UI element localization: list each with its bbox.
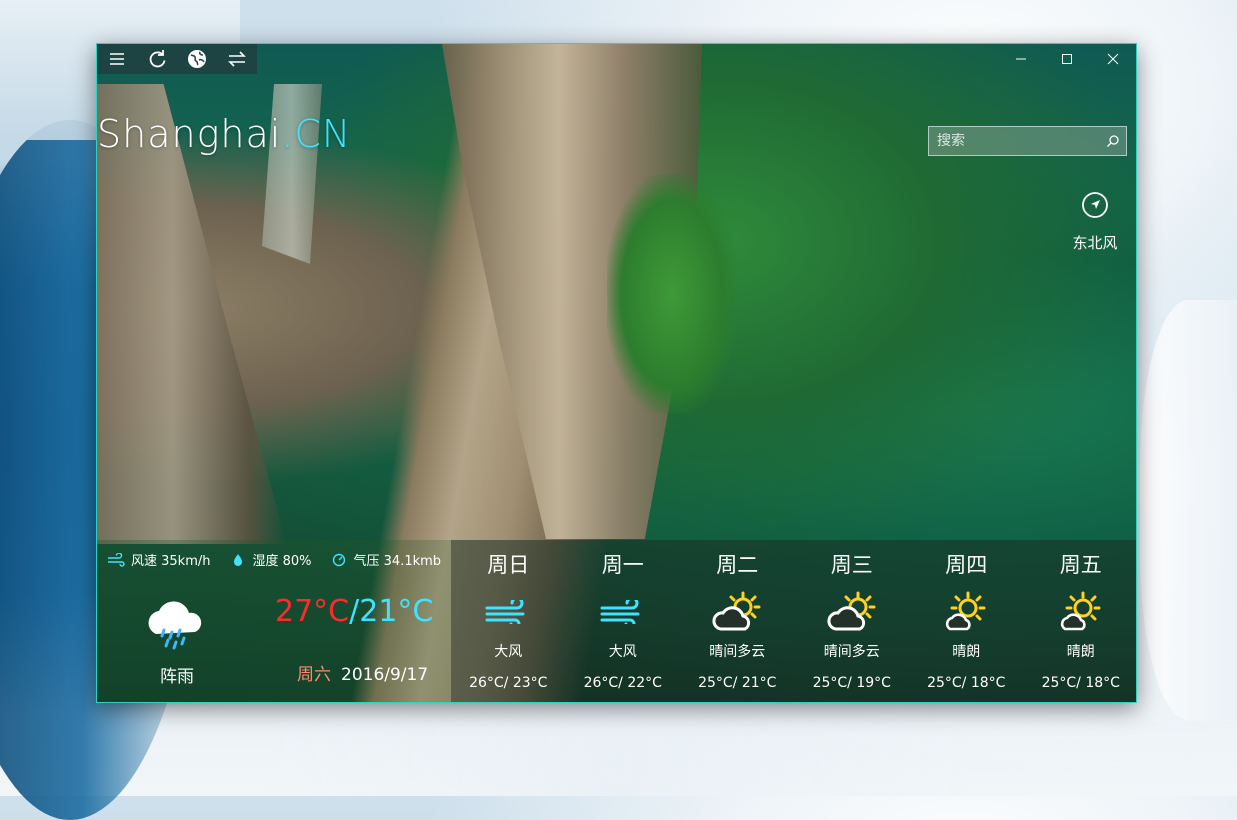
humidity-icon [233,553,242,566]
sunny-icon [909,591,1024,633]
partly-cloudy-icon [795,591,910,633]
forecast-temp-range: 25°C/ 21°C [698,675,777,691]
forecast-temp-range: 26°C/ 22°C [583,675,662,691]
city-title: Shanghai.CN [97,112,351,156]
humidity-stat: 湿度 80% [229,550,312,569]
current-temperature: 27°C/21°C [275,594,433,629]
city-name: Shanghai [97,112,282,156]
wind-direction: 东北风 [1065,192,1125,253]
background-moss [607,174,737,414]
wind-icon [108,552,125,567]
hamburger-menu-button[interactable] [97,44,137,74]
current-stats: 风速 35km/h 湿度 80% 气压 34.1kmb [107,550,441,569]
forecast-condition: 晴朗 [1066,644,1095,660]
current-weekday: 周六 [297,665,331,685]
forecast-condition: 晴间多云 [709,644,766,660]
current-condition: 阵雨 [160,667,194,687]
temp-separator: / [349,594,360,629]
pressure-icon [332,553,345,566]
search-input[interactable] [929,133,1100,149]
forecast-temp-range: 26°C/ 23°C [469,675,548,691]
forecast-day-name: 周四 [945,553,988,577]
forecast-day: 周日 大风 26°C/ 23°C [451,540,566,702]
wind-direction-label: 东北风 [1072,234,1118,252]
partly-cloudy-icon [680,591,795,633]
forecast-list: 周日 大风 26°C/ 23°C 周一 大风 26°C/ 22°C 周二 晴间多… [451,540,1137,702]
search-box [928,126,1127,156]
wind-icon [451,591,566,633]
current-weather: 风速 35km/h 湿度 80% 气压 34.1kmb 阵雨 27°C/21°C… [97,540,451,702]
hamburger-icon [110,53,124,65]
maximize-button[interactable] [1044,44,1090,74]
forecast-day-name: 周五 [1059,553,1102,577]
search-icon[interactable] [1100,127,1126,155]
minimize-button[interactable] [998,44,1044,74]
close-icon [1107,53,1119,65]
city-country-suffix: .CN [281,112,352,156]
forecast-condition: 大风 [494,644,523,660]
shower-rain-icon [148,601,202,650]
weather-app-window: Shanghai.CN 东北风 风速 35km/h 湿度 80% [96,43,1137,703]
minimize-icon [1016,58,1026,60]
forecast-temp-range: 25°C/ 19°C [812,675,891,691]
globe-button[interactable] [177,44,217,74]
desktop-wallpaper-cloud-right [1140,300,1237,720]
wind-speed-text: 风速 35km/h [131,554,211,569]
temp-high: 27°C [275,594,350,629]
forecast-day: 周五 晴朗 25°C/ 18°C [1024,540,1137,702]
forecast-day-name: 周一 [601,553,644,577]
pressure-stat: 气压 34.1kmb [330,550,442,569]
wind-speed-stat: 风速 35km/h [107,550,211,569]
maximize-icon [1062,54,1072,64]
current-date: 周六 2016/9/17 [297,660,428,685]
forecast-day: 周一 大风 26°C/ 22°C [566,540,681,702]
current-date-text: 2016/9/17 [341,665,429,685]
close-button[interactable] [1090,44,1136,74]
forecast-day: 周二 晴间多云 25°C/ 21°C [680,540,795,702]
wind-icon [566,591,681,633]
forecast-day: 周三 晴间多云 25°C/ 19°C [795,540,910,702]
forecast-day-name: 周日 [487,553,530,577]
temp-low: 21°C [359,594,434,629]
pressure-text: 气压 34.1kmb [353,554,442,569]
weather-panel: 风速 35km/h 湿度 80% 气压 34.1kmb 阵雨 27°C/21°C… [97,540,1137,702]
window-controls [998,44,1136,74]
forecast-day-name: 周三 [830,553,873,577]
forecast-temp-range: 25°C/ 18°C [927,675,1006,691]
forecast-day: 周四 晴朗 25°C/ 18°C [909,540,1024,702]
forecast-day-name: 周二 [716,553,759,577]
app-toolbar [97,44,257,74]
forecast-condition: 晴朗 [952,644,981,660]
compass-icon [1082,192,1108,218]
refresh-button[interactable] [137,44,177,74]
refresh-icon [149,50,166,68]
forecast-condition: 大风 [608,644,637,660]
forecast-condition: 晴间多云 [823,644,880,660]
sunny-icon [1024,591,1137,633]
globe-icon [188,50,206,68]
switch-icon [228,51,246,67]
forecast-temp-range: 25°C/ 18°C [1041,675,1120,691]
background-cliff-far [262,84,322,264]
switch-button[interactable] [217,44,257,74]
humidity-text: 湿度 80% [252,554,312,569]
